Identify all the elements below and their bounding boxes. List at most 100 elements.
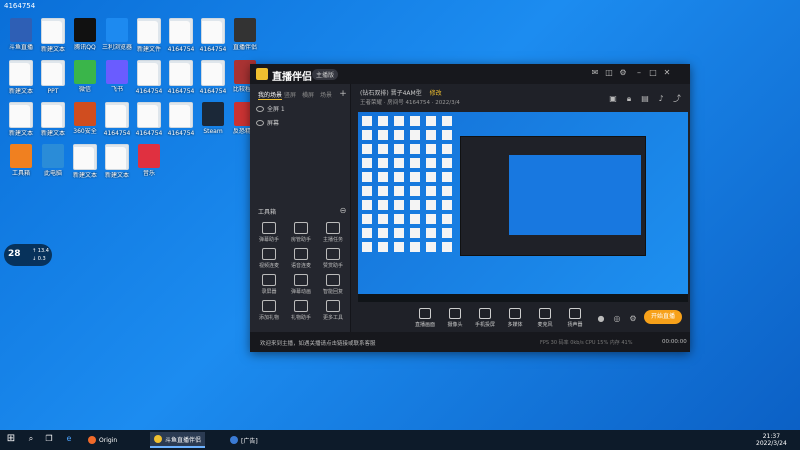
- toolbox-item[interactable]: 视频连麦: [252, 248, 286, 269]
- tab-landscape[interactable]: 横屏: [302, 90, 314, 99]
- toolbox-item[interactable]: 更多工具: [316, 300, 350, 321]
- desktop-icon[interactable]: 4164754: [164, 60, 198, 95]
- settings-gear-icon[interactable]: ⚙: [628, 314, 638, 324]
- toolbox-item[interactable]: 礼物助手: [284, 300, 318, 321]
- desktop-icon[interactable]: 新建文本: [68, 144, 102, 179]
- minimize-icon[interactable]: –: [634, 68, 644, 78]
- preview-icon: [410, 214, 420, 224]
- toolbox-item[interactable]: 弹幕动画: [284, 274, 318, 295]
- desktop-icon[interactable]: 新建文本: [36, 18, 70, 53]
- visibility-icon[interactable]: [256, 119, 264, 126]
- preview-icon: [442, 214, 452, 224]
- desktop-icon[interactable]: 工具箱: [4, 144, 38, 177]
- desktop-icon-label: 微信: [78, 86, 91, 93]
- desktop-icon[interactable]: 新建文本: [4, 60, 38, 95]
- desktop-icon-label: 4164754: [199, 46, 227, 53]
- toolbox-item[interactable]: 录屏器: [252, 274, 286, 295]
- desktop-icon[interactable]: 4164754: [196, 60, 230, 95]
- tool-icon: [262, 300, 276, 312]
- settings-icon[interactable]: ⚙: [618, 68, 628, 78]
- source-tool[interactable]: 摄像头: [442, 308, 468, 328]
- desktop-icon[interactable]: 新建文本: [4, 102, 38, 137]
- screenshot-icon[interactable]: ▣: [608, 94, 618, 104]
- scene-item[interactable]: 全屏 1: [256, 104, 285, 113]
- toolbox-more-icon[interactable]: ⊖: [338, 206, 348, 216]
- source-tool[interactable]: 手机投屏: [472, 308, 498, 328]
- desktop-icon[interactable]: 新建文本: [36, 102, 70, 137]
- preview-icon: [442, 242, 452, 252]
- app-icon: [10, 18, 32, 42]
- visibility-icon[interactable]: [256, 105, 264, 112]
- bell-icon[interactable]: ♪: [656, 94, 666, 104]
- desktop-icon[interactable]: 4164754: [100, 102, 134, 137]
- share-icon[interactable]: ⤴: [672, 94, 682, 104]
- desktop-icon[interactable]: Steam: [196, 102, 230, 135]
- desktop-icon[interactable]: 微信: [68, 60, 102, 93]
- search-icon[interactable]: ⌕: [26, 434, 36, 444]
- stream-preview[interactable]: [358, 112, 688, 302]
- preview-icon: [442, 228, 452, 238]
- beauty-icon[interactable]: ◎: [612, 314, 622, 324]
- toolbox-item[interactable]: 赞赏助手: [316, 248, 350, 269]
- desktop-icon[interactable]: 音乐: [132, 144, 166, 177]
- toolbox-item[interactable]: 添加礼物: [252, 300, 286, 321]
- taskbar-app-icon: [154, 435, 162, 443]
- source-tool[interactable]: 直播画面: [412, 308, 438, 328]
- close-icon[interactable]: ✕: [662, 68, 672, 78]
- desktop-icon[interactable]: 新建文件: [132, 18, 166, 53]
- system-clock[interactable]: 21:37 2022/3/24: [756, 433, 787, 447]
- scene-item[interactable]: 屏幕: [256, 118, 279, 127]
- desktop-icon[interactable]: 腾讯QQ: [68, 18, 102, 51]
- preview-icon: [442, 130, 452, 140]
- desktop-icon[interactable]: 4164754: [164, 102, 198, 137]
- lock-icon[interactable]: 🔒︎: [624, 94, 634, 104]
- desktop-icon[interactable]: 直播伴侣: [228, 18, 262, 51]
- source-tool[interactable]: 扬声器: [562, 308, 588, 328]
- toolbox-item[interactable]: 房管助手: [284, 222, 318, 243]
- maximize-icon[interactable]: □: [648, 68, 658, 78]
- desktop-icon[interactable]: PPT: [36, 60, 70, 95]
- gift-icon[interactable]: ◫: [604, 68, 614, 78]
- source-tool[interactable]: 多媒体: [502, 308, 528, 328]
- windows-start-icon[interactable]: ⊞: [6, 434, 16, 444]
- start-live-button[interactable]: 开始直播: [644, 310, 682, 324]
- toolbox-item[interactable]: 主播任务: [316, 222, 350, 243]
- add-scene-icon[interactable]: +: [338, 89, 348, 99]
- taskbar-app[interactable]: 斗鱼直播伴侣: [150, 432, 206, 448]
- edge-icon[interactable]: e: [64, 434, 74, 444]
- desktop-icon[interactable]: 飞书: [100, 60, 134, 93]
- toolbox-item[interactable]: 语音连麦: [284, 248, 318, 269]
- taskbar-app[interactable]: Origin: [84, 432, 121, 448]
- desktop-icon[interactable]: 此电脑: [36, 144, 70, 177]
- desktop-icon[interactable]: 三利浏览器: [100, 18, 134, 51]
- preview-icon: [410, 200, 420, 210]
- edit-room-link[interactable]: 修改: [430, 90, 442, 97]
- preview-icon: [426, 228, 436, 238]
- mail-icon[interactable]: ✉: [590, 68, 600, 78]
- tool-label: 更多工具: [322, 315, 343, 321]
- source-tool[interactable]: 麦克风: [532, 308, 558, 328]
- tab-my-scene[interactable]: 我的场景: [258, 90, 283, 100]
- toolbox-item[interactable]: 智能回复: [316, 274, 350, 295]
- taskbar-app[interactable]: [广告]: [226, 432, 262, 448]
- system-monitor-widget[interactable]: 28 ↑ 13.4 ↓ 0.3: [4, 244, 52, 266]
- task-view-icon[interactable]: ❐: [44, 434, 54, 444]
- desktop-icon[interactable]: 新建文本: [100, 144, 134, 179]
- desktop-icon[interactable]: 360安全: [68, 102, 102, 135]
- tab-portrait[interactable]: 竖屏: [284, 90, 296, 99]
- desktop-icon[interactable]: 4164754: [132, 60, 166, 95]
- record-icon[interactable]: ●: [596, 314, 606, 324]
- preview-icon: [362, 130, 372, 140]
- app-version-badge[interactable]: 主播版: [312, 69, 339, 80]
- tab-scene[interactable]: 场景: [320, 90, 332, 99]
- source-tool-label: 手机投屏: [474, 322, 495, 328]
- chart-icon[interactable]: ▤: [640, 94, 650, 104]
- desktop-icon-label: 三利浏览器: [101, 44, 132, 51]
- desktop-icon[interactable]: 4164754: [164, 18, 198, 53]
- desktop-icon[interactable]: 4164754: [132, 102, 166, 137]
- desktop-icon[interactable]: 斗鱼直播: [4, 18, 38, 51]
- status-message: 欢迎来到主播，如遇关播请点击链接或联系客服: [260, 341, 376, 347]
- desktop-icon[interactable]: 4164754: [196, 18, 230, 53]
- desktop-icon-label: 360安全: [73, 128, 97, 135]
- toolbox-item[interactable]: 弹幕助手: [252, 222, 286, 243]
